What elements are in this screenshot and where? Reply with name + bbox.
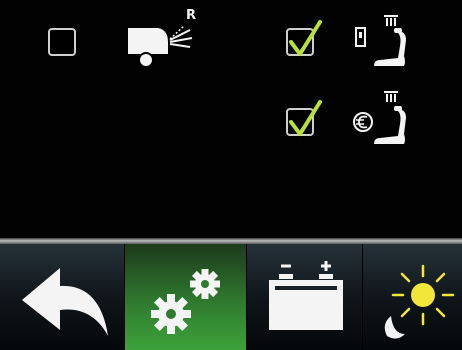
settings-screen: R (0, 0, 462, 350)
check-icon (289, 100, 322, 136)
bottom-toolbar (0, 244, 462, 350)
seat-heating-key-icon (350, 10, 410, 72)
battery-icon (269, 261, 343, 330)
back-button[interactable] (0, 244, 124, 350)
gears-icon (151, 269, 220, 334)
seat-heat-key-checkbox[interactable] (286, 20, 322, 56)
check-icon (289, 20, 322, 56)
day-night-button[interactable] (362, 244, 462, 350)
seat-heating-eco-icon (350, 86, 410, 150)
settings-button[interactable] (124, 244, 246, 350)
rear-label: R (186, 8, 197, 23)
sun-moon-icon (384, 264, 455, 339)
rear-wiper-icon (124, 20, 194, 68)
seat-heat-eco-checkbox[interactable] (286, 100, 322, 136)
battery-button[interactable] (246, 244, 362, 350)
back-arrow-icon (22, 268, 108, 336)
rear-wash-checkbox[interactable] (48, 28, 76, 56)
